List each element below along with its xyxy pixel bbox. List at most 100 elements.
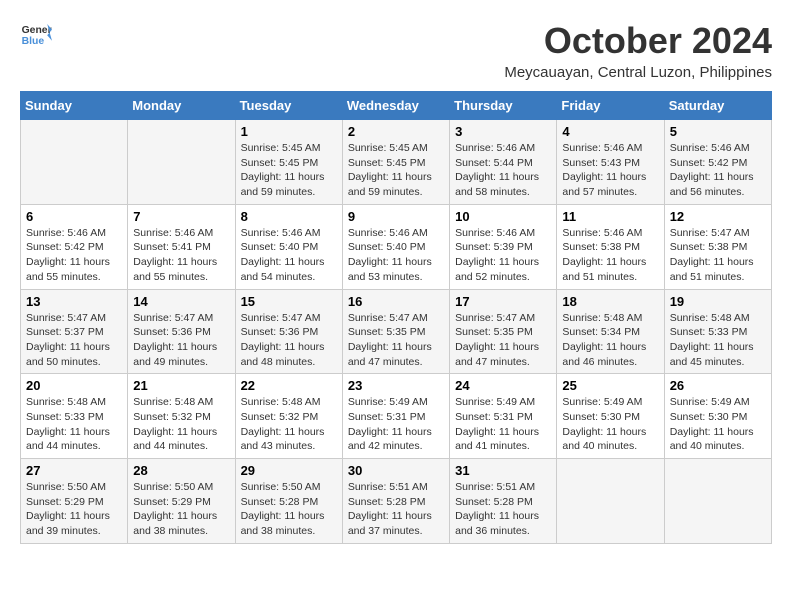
day-info: Sunrise: 5:48 AMSunset: 5:33 PMDaylight:… <box>26 395 122 454</box>
calendar-cell: 3Sunrise: 5:46 AMSunset: 5:44 PMDaylight… <box>450 120 557 205</box>
day-info: Sunrise: 5:50 AMSunset: 5:29 PMDaylight:… <box>133 480 229 539</box>
day-info: Sunrise: 5:47 AMSunset: 5:36 PMDaylight:… <box>133 311 229 370</box>
calendar-week-row: 1 Sunrise: 5:45 AMSunset: 5:45 PMDaylight… <box>21 120 772 205</box>
day-number: 21 <box>133 378 229 393</box>
calendar-cell: 30Sunrise: 5:51 AMSunset: 5:28 PMDayligh… <box>342 459 449 544</box>
day-info: Sunrise: 5:49 AMSunset: 5:31 PMDaylight:… <box>455 395 551 454</box>
day-info: Sunrise: 5:48 AMSunset: 5:33 PMDaylight:… <box>670 311 766 370</box>
day-number: 4 <box>562 124 658 139</box>
day-info: Sunrise: 5:48 AMSunset: 5:34 PMDaylight:… <box>562 311 658 370</box>
day-info: Sunrise: 5:47 AMSunset: 5:38 PMDaylight:… <box>670 226 766 285</box>
day-number: 9 <box>348 209 444 224</box>
day-number: 25 <box>562 378 658 393</box>
weekday-header: Tuesday <box>235 92 342 120</box>
day-info: Sunrise: 5:48 AMSunset: 5:32 PMDaylight:… <box>133 395 229 454</box>
logo: General Blue <box>20 20 52 48</box>
calendar-cell: 20 Sunrise: 5:48 AMSunset: 5:33 PMDayligh… <box>21 374 128 459</box>
location: Meycauayan, Central Luzon, Philippines <box>504 64 772 81</box>
calendar-week-row: 20 Sunrise: 5:48 AMSunset: 5:33 PMDayligh… <box>21 374 772 459</box>
calendar-cell: 8Sunrise: 5:46 AMSunset: 5:40 PMDaylight… <box>235 204 342 289</box>
calendar-cell <box>21 120 128 205</box>
day-info: Sunrise: 5:49 AMSunset: 5:31 PMDaylight:… <box>348 395 444 454</box>
day-number: 1 <box>241 124 337 139</box>
day-info: Sunrise: 5:46 AMSunset: 5:40 PMDaylight:… <box>348 226 444 285</box>
day-info: Sunrise: 5:47 AMSunset: 5:37 PMDaylight:… <box>26 311 122 370</box>
calendar-cell: 11Sunrise: 5:46 AMSunset: 5:38 PMDayligh… <box>557 204 664 289</box>
calendar-cell: 14 Sunrise: 5:47 AMSunset: 5:36 PMDayligh… <box>128 289 235 374</box>
day-number: 8 <box>241 209 337 224</box>
day-number: 27 <box>26 463 122 478</box>
day-number: 13 <box>26 294 122 309</box>
calendar-cell: 2Sunrise: 5:45 AMSunset: 5:45 PMDaylight… <box>342 120 449 205</box>
calendar-cell: 12 Sunrise: 5:47 AMSunset: 5:38 PMDayligh… <box>664 204 771 289</box>
day-info: Sunrise: 5:47 AMSunset: 5:36 PMDaylight:… <box>241 311 337 370</box>
calendar-cell: 25Sunrise: 5:49 AMSunset: 5:30 PMDayligh… <box>557 374 664 459</box>
day-info: Sunrise: 5:51 AMSunset: 5:28 PMDaylight:… <box>455 480 551 539</box>
logo-icon: General Blue <box>20 20 52 48</box>
day-number: 16 <box>348 294 444 309</box>
day-info: Sunrise: 5:46 AMSunset: 5:44 PMDaylight:… <box>455 141 551 200</box>
month-title: October 2024 <box>504 20 772 62</box>
calendar-cell: 29 Sunrise: 5:50 AMSunset: 5:28 PMDayligh… <box>235 459 342 544</box>
day-number: 6 <box>26 209 122 224</box>
calendar-cell <box>664 459 771 544</box>
weekday-header: Thursday <box>450 92 557 120</box>
day-info: Sunrise: 5:45 AMSunset: 5:45 PMDaylight:… <box>241 141 337 200</box>
calendar-cell: 1 Sunrise: 5:45 AMSunset: 5:45 PMDaylight… <box>235 120 342 205</box>
calendar-cell: 17Sunrise: 5:47 AMSunset: 5:35 PMDayligh… <box>450 289 557 374</box>
calendar-cell <box>557 459 664 544</box>
weekday-header-row: SundayMondayTuesdayWednesdayThursdayFrid… <box>21 92 772 120</box>
weekday-header: Monday <box>128 92 235 120</box>
day-info: Sunrise: 5:50 AMSunset: 5:28 PMDaylight:… <box>241 480 337 539</box>
day-number: 14 <box>133 294 229 309</box>
day-number: 26 <box>670 378 766 393</box>
day-number: 23 <box>348 378 444 393</box>
calendar-cell: 21 Sunrise: 5:48 AMSunset: 5:32 PMDayligh… <box>128 374 235 459</box>
day-number: 24 <box>455 378 551 393</box>
day-info: Sunrise: 5:49 AMSunset: 5:30 PMDaylight:… <box>670 395 766 454</box>
calendar-cell: 22Sunrise: 5:48 AMSunset: 5:32 PMDayligh… <box>235 374 342 459</box>
day-info: Sunrise: 5:46 AMSunset: 5:43 PMDaylight:… <box>562 141 658 200</box>
calendar-cell: 26 Sunrise: 5:49 AMSunset: 5:30 PMDayligh… <box>664 374 771 459</box>
day-number: 20 <box>26 378 122 393</box>
title-block: October 2024 Meycauayan, Central Luzon, … <box>504 20 772 81</box>
calendar-cell: 27 Sunrise: 5:50 AMSunset: 5:29 PMDayligh… <box>21 459 128 544</box>
day-number: 22 <box>241 378 337 393</box>
weekday-header: Saturday <box>664 92 771 120</box>
day-number: 15 <box>241 294 337 309</box>
day-info: Sunrise: 5:46 AMSunset: 5:41 PMDaylight:… <box>133 226 229 285</box>
calendar-week-row: 13 Sunrise: 5:47 AMSunset: 5:37 PMDayligh… <box>21 289 772 374</box>
calendar-cell: 18Sunrise: 5:48 AMSunset: 5:34 PMDayligh… <box>557 289 664 374</box>
calendar-cell: 9 Sunrise: 5:46 AMSunset: 5:40 PMDaylight… <box>342 204 449 289</box>
calendar-table: SundayMondayTuesdayWednesdayThursdayFrid… <box>20 91 772 544</box>
day-info: Sunrise: 5:50 AMSunset: 5:29 PMDaylight:… <box>26 480 122 539</box>
svg-text:Blue: Blue <box>22 36 45 47</box>
day-info: Sunrise: 5:46 AMSunset: 5:42 PMDaylight:… <box>26 226 122 285</box>
calendar-cell: 16 Sunrise: 5:47 AMSunset: 5:35 PMDayligh… <box>342 289 449 374</box>
calendar-cell: 15 Sunrise: 5:47 AMSunset: 5:36 PMDayligh… <box>235 289 342 374</box>
day-info: Sunrise: 5:45 AMSunset: 5:45 PMDaylight:… <box>348 141 444 200</box>
calendar-cell: 6 Sunrise: 5:46 AMSunset: 5:42 PMDaylight… <box>21 204 128 289</box>
day-number: 30 <box>348 463 444 478</box>
weekday-header: Wednesday <box>342 92 449 120</box>
day-info: Sunrise: 5:46 AMSunset: 5:38 PMDaylight:… <box>562 226 658 285</box>
day-number: 28 <box>133 463 229 478</box>
weekday-header: Friday <box>557 92 664 120</box>
calendar-cell: 7 Sunrise: 5:46 AMSunset: 5:41 PMDaylight… <box>128 204 235 289</box>
day-number: 12 <box>670 209 766 224</box>
calendar-cell: 19Sunrise: 5:48 AMSunset: 5:33 PMDayligh… <box>664 289 771 374</box>
calendar-week-row: 27 Sunrise: 5:50 AMSunset: 5:29 PMDayligh… <box>21 459 772 544</box>
day-info: Sunrise: 5:46 AMSunset: 5:42 PMDaylight:… <box>670 141 766 200</box>
day-number: 29 <box>241 463 337 478</box>
svg-text:General: General <box>22 25 52 36</box>
calendar-cell: 24 Sunrise: 5:49 AMSunset: 5:31 PMDayligh… <box>450 374 557 459</box>
day-info: Sunrise: 5:46 AMSunset: 5:39 PMDaylight:… <box>455 226 551 285</box>
day-number: 7 <box>133 209 229 224</box>
calendar-cell: 28 Sunrise: 5:50 AMSunset: 5:29 PMDayligh… <box>128 459 235 544</box>
calendar-cell: 23 Sunrise: 5:49 AMSunset: 5:31 PMDayligh… <box>342 374 449 459</box>
day-info: Sunrise: 5:47 AMSunset: 5:35 PMDaylight:… <box>455 311 551 370</box>
day-number: 10 <box>455 209 551 224</box>
day-number: 5 <box>670 124 766 139</box>
calendar-cell: 10 Sunrise: 5:46 AMSunset: 5:39 PMDayligh… <box>450 204 557 289</box>
day-info: Sunrise: 5:47 AMSunset: 5:35 PMDaylight:… <box>348 311 444 370</box>
